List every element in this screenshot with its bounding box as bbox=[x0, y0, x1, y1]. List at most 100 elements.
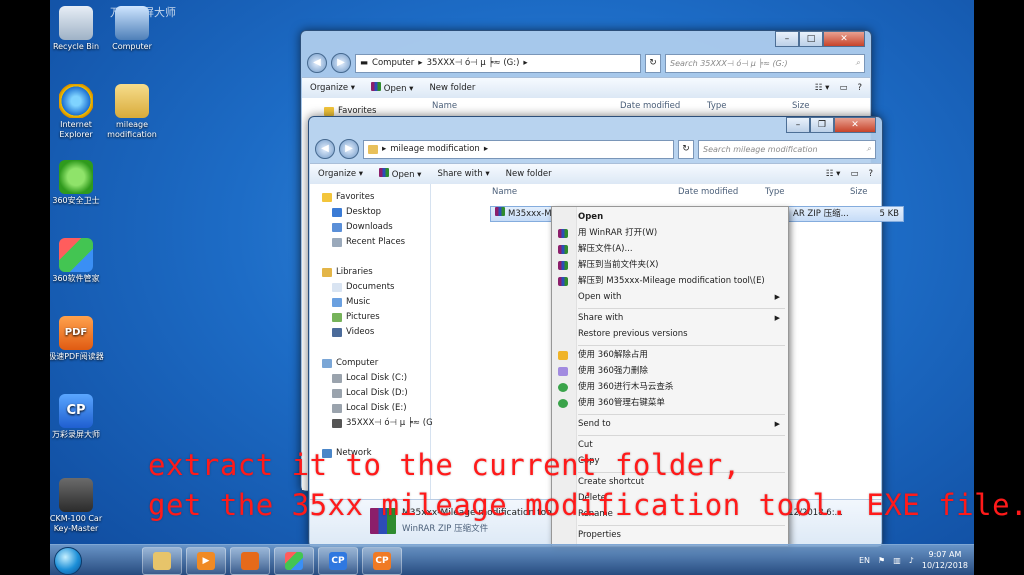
desktop-icon-ckm-100[interactable]: CKM-100 Car Key-Master bbox=[50, 478, 108, 534]
desktop-icon-computer[interactable]: Computer bbox=[100, 6, 164, 52]
menu-item-360-delete[interactable]: 使用 360强力删除 bbox=[552, 364, 788, 379]
menu-item-share-with[interactable]: Share with ▶ bbox=[552, 311, 788, 326]
cp-icon: CP bbox=[59, 394, 93, 428]
help-icon[interactable]: ? bbox=[857, 83, 862, 93]
search-input[interactable]: Search 35XXX⊣ ó⊣ µ ╞≈ (G:) ⌕ bbox=[665, 53, 865, 73]
recycle-bin-icon bbox=[59, 6, 93, 40]
menu-item-360-menu-manager[interactable]: 使用 360管理右键菜单 bbox=[552, 396, 788, 411]
nav-libraries[interactable]: Libraries bbox=[322, 265, 373, 279]
refresh-icon[interactable]: ↻ bbox=[678, 139, 694, 159]
nav-documents[interactable]: Documents bbox=[332, 280, 394, 294]
column-size[interactable]: Size bbox=[792, 98, 809, 114]
address-bar[interactable]: ▬ Computer ▸ 35XXX⊣ ó⊣ µ ╞≈ (G:) ▸ bbox=[355, 53, 641, 73]
breadcrumb-segment[interactable]: mileage modification bbox=[390, 144, 480, 154]
column-name[interactable]: Name bbox=[432, 98, 457, 114]
winrar-icon bbox=[558, 261, 568, 270]
flag-icon[interactable]: ⚑ bbox=[878, 556, 885, 565]
column-type[interactable]: Type bbox=[765, 184, 785, 200]
taskbar-button-media-player[interactable]: ▶ bbox=[186, 547, 226, 575]
breadcrumb-segment[interactable]: Computer bbox=[372, 58, 414, 68]
desktop-icon-360-software[interactable]: 360软件管家 bbox=[50, 238, 108, 284]
open-button[interactable]: Open ▾ bbox=[371, 82, 413, 94]
nav-desktop[interactable]: Desktop bbox=[332, 205, 381, 219]
menu-item-send-to[interactable]: Send to ▶ bbox=[552, 417, 788, 432]
libraries-icon bbox=[322, 267, 332, 277]
nav-local-disk-d[interactable]: Local Disk (D:) bbox=[332, 386, 408, 400]
close-button[interactable]: ✕ bbox=[823, 31, 865, 47]
organize-button[interactable]: Organize ▾ bbox=[318, 169, 363, 179]
menu-item-360-unlock[interactable]: 使用 360解除占用 bbox=[552, 348, 788, 363]
desktop-icon-360-safe[interactable]: 360安全卫士 bbox=[50, 160, 108, 206]
organize-button[interactable]: Organize ▾ bbox=[310, 83, 355, 93]
taskbar-button-pdf[interactable] bbox=[230, 547, 270, 575]
restore-button[interactable]: ❐ bbox=[810, 117, 834, 133]
nav-music[interactable]: Music bbox=[332, 295, 370, 309]
minimize-button[interactable]: – bbox=[775, 31, 799, 47]
view-options-icon[interactable]: ☷ ▾ bbox=[826, 169, 841, 179]
winrar-icon bbox=[379, 168, 390, 177]
nav-local-disk-c[interactable]: Local Disk (C:) bbox=[332, 371, 407, 385]
volume-icon[interactable]: ♪ bbox=[909, 556, 914, 565]
nav-local-disk-e[interactable]: Local Disk (E:) bbox=[332, 401, 407, 415]
menu-item-properties[interactable]: Properties bbox=[552, 528, 788, 543]
menu-item-open-with-winrar[interactable]: 用 WinRAR 打开(W) bbox=[552, 226, 788, 241]
refresh-icon[interactable]: ↻ bbox=[645, 53, 661, 73]
minimize-button[interactable]: – bbox=[786, 117, 810, 133]
menu-separator bbox=[578, 414, 785, 415]
close-button[interactable]: ✕ bbox=[834, 117, 876, 133]
open-button[interactable]: Open ▾ bbox=[379, 168, 421, 180]
menu-item-open[interactable]: Open bbox=[552, 210, 788, 225]
taskbar-button-explorer[interactable] bbox=[142, 547, 182, 575]
forward-button[interactable]: ▶ bbox=[331, 53, 351, 73]
nav-videos[interactable]: Videos bbox=[332, 325, 374, 339]
preview-pane-icon[interactable]: ▭ bbox=[850, 169, 858, 179]
nav-pictures[interactable]: Pictures bbox=[332, 310, 380, 324]
preview-pane-icon[interactable]: ▭ bbox=[839, 83, 847, 93]
taskbar-button-cp-2[interactable]: CP bbox=[362, 547, 402, 575]
address-row: ◀ ▶ ▸ mileage modification ▸ ↻ Search mil… bbox=[315, 139, 876, 159]
menu-item-restore-previous-versions[interactable]: Restore previous versions bbox=[552, 327, 788, 342]
360-safe-icon bbox=[59, 160, 93, 194]
back-button[interactable]: ◀ bbox=[315, 139, 335, 159]
menu-item-360-scan[interactable]: 使用 360进行木马云查杀 bbox=[552, 380, 788, 395]
search-input[interactable]: Search mileage modification ⌕ bbox=[698, 139, 876, 159]
share-with-button[interactable]: Share with ▾ bbox=[437, 169, 489, 179]
column-size[interactable]: Size bbox=[850, 184, 867, 200]
column-type[interactable]: Type bbox=[707, 98, 727, 114]
desktop-icon-mileage-modification[interactable]: mileage modification bbox=[100, 84, 164, 140]
start-button[interactable] bbox=[54, 547, 82, 575]
taskbar: ▶ CP CP EN ⚑ ▥ ♪ 9:07 AM 10/12/2018 bbox=[50, 544, 974, 575]
nav-usb-drive-g[interactable]: 35XXX⊣ ó⊣ µ ╞≈ (G bbox=[332, 416, 433, 430]
menu-item-extract-to-folder[interactable]: 解压到 M35xxx-Mileage modification tool\(E) bbox=[552, 274, 788, 289]
address-bar[interactable]: ▸ mileage modification ▸ bbox=[363, 139, 674, 159]
network-status-icon[interactable]: ▥ bbox=[893, 556, 901, 565]
help-icon[interactable]: ? bbox=[868, 169, 873, 179]
nav-computer[interactable]: Computer bbox=[322, 356, 378, 370]
new-folder-button[interactable]: New folder bbox=[506, 169, 552, 179]
column-name[interactable]: Name bbox=[492, 184, 517, 200]
clock[interactable]: 9:07 AM 10/12/2018 bbox=[922, 549, 968, 571]
caption-line-2: get the 35xx mileage modification tool. … bbox=[148, 488, 1024, 522]
computer-icon bbox=[322, 358, 332, 368]
language-indicator[interactable]: EN bbox=[859, 556, 870, 565]
desktop-icon-pdf-reader[interactable]: PDF 极速PDF阅读器 bbox=[50, 316, 108, 362]
view-options-icon[interactable]: ☷ ▾ bbox=[815, 83, 830, 93]
new-folder-button[interactable]: New folder bbox=[429, 83, 475, 93]
menu-item-extract-here[interactable]: 解压到当前文件夹(X) bbox=[552, 258, 788, 273]
forward-button[interactable]: ▶ bbox=[339, 139, 359, 159]
nav-favorites[interactable]: Favorites bbox=[322, 190, 374, 204]
taskbar-button-360-software[interactable] bbox=[274, 547, 314, 575]
menu-item-open-with[interactable]: Open with ▶ bbox=[552, 290, 788, 305]
breadcrumb-segment[interactable]: 35XXX⊣ ó⊣ µ ╞≈ (G:) bbox=[427, 58, 520, 68]
winrar-zip-icon bbox=[495, 207, 505, 216]
taskbar-button-cp-1[interactable]: CP bbox=[318, 547, 358, 575]
nav-recent-places[interactable]: Recent Places bbox=[332, 235, 405, 249]
back-button[interactable]: ◀ bbox=[307, 53, 327, 73]
menu-item-extract-files[interactable]: 解压文件(A)... bbox=[552, 242, 788, 257]
address-row: ◀ ▶ ▬ Computer ▸ 35XXX⊣ ó⊣ µ ╞≈ (G:) ▸ ↻ S… bbox=[307, 53, 865, 73]
nav-downloads[interactable]: Downloads bbox=[332, 220, 393, 234]
column-date-modified[interactable]: Date modified bbox=[620, 98, 680, 114]
maximize-button[interactable]: □ bbox=[799, 31, 823, 47]
desktop-icon-screen-recorder[interactable]: CP 万彩录屏大师 bbox=[50, 394, 108, 440]
column-date-modified[interactable]: Date modified bbox=[678, 184, 738, 200]
